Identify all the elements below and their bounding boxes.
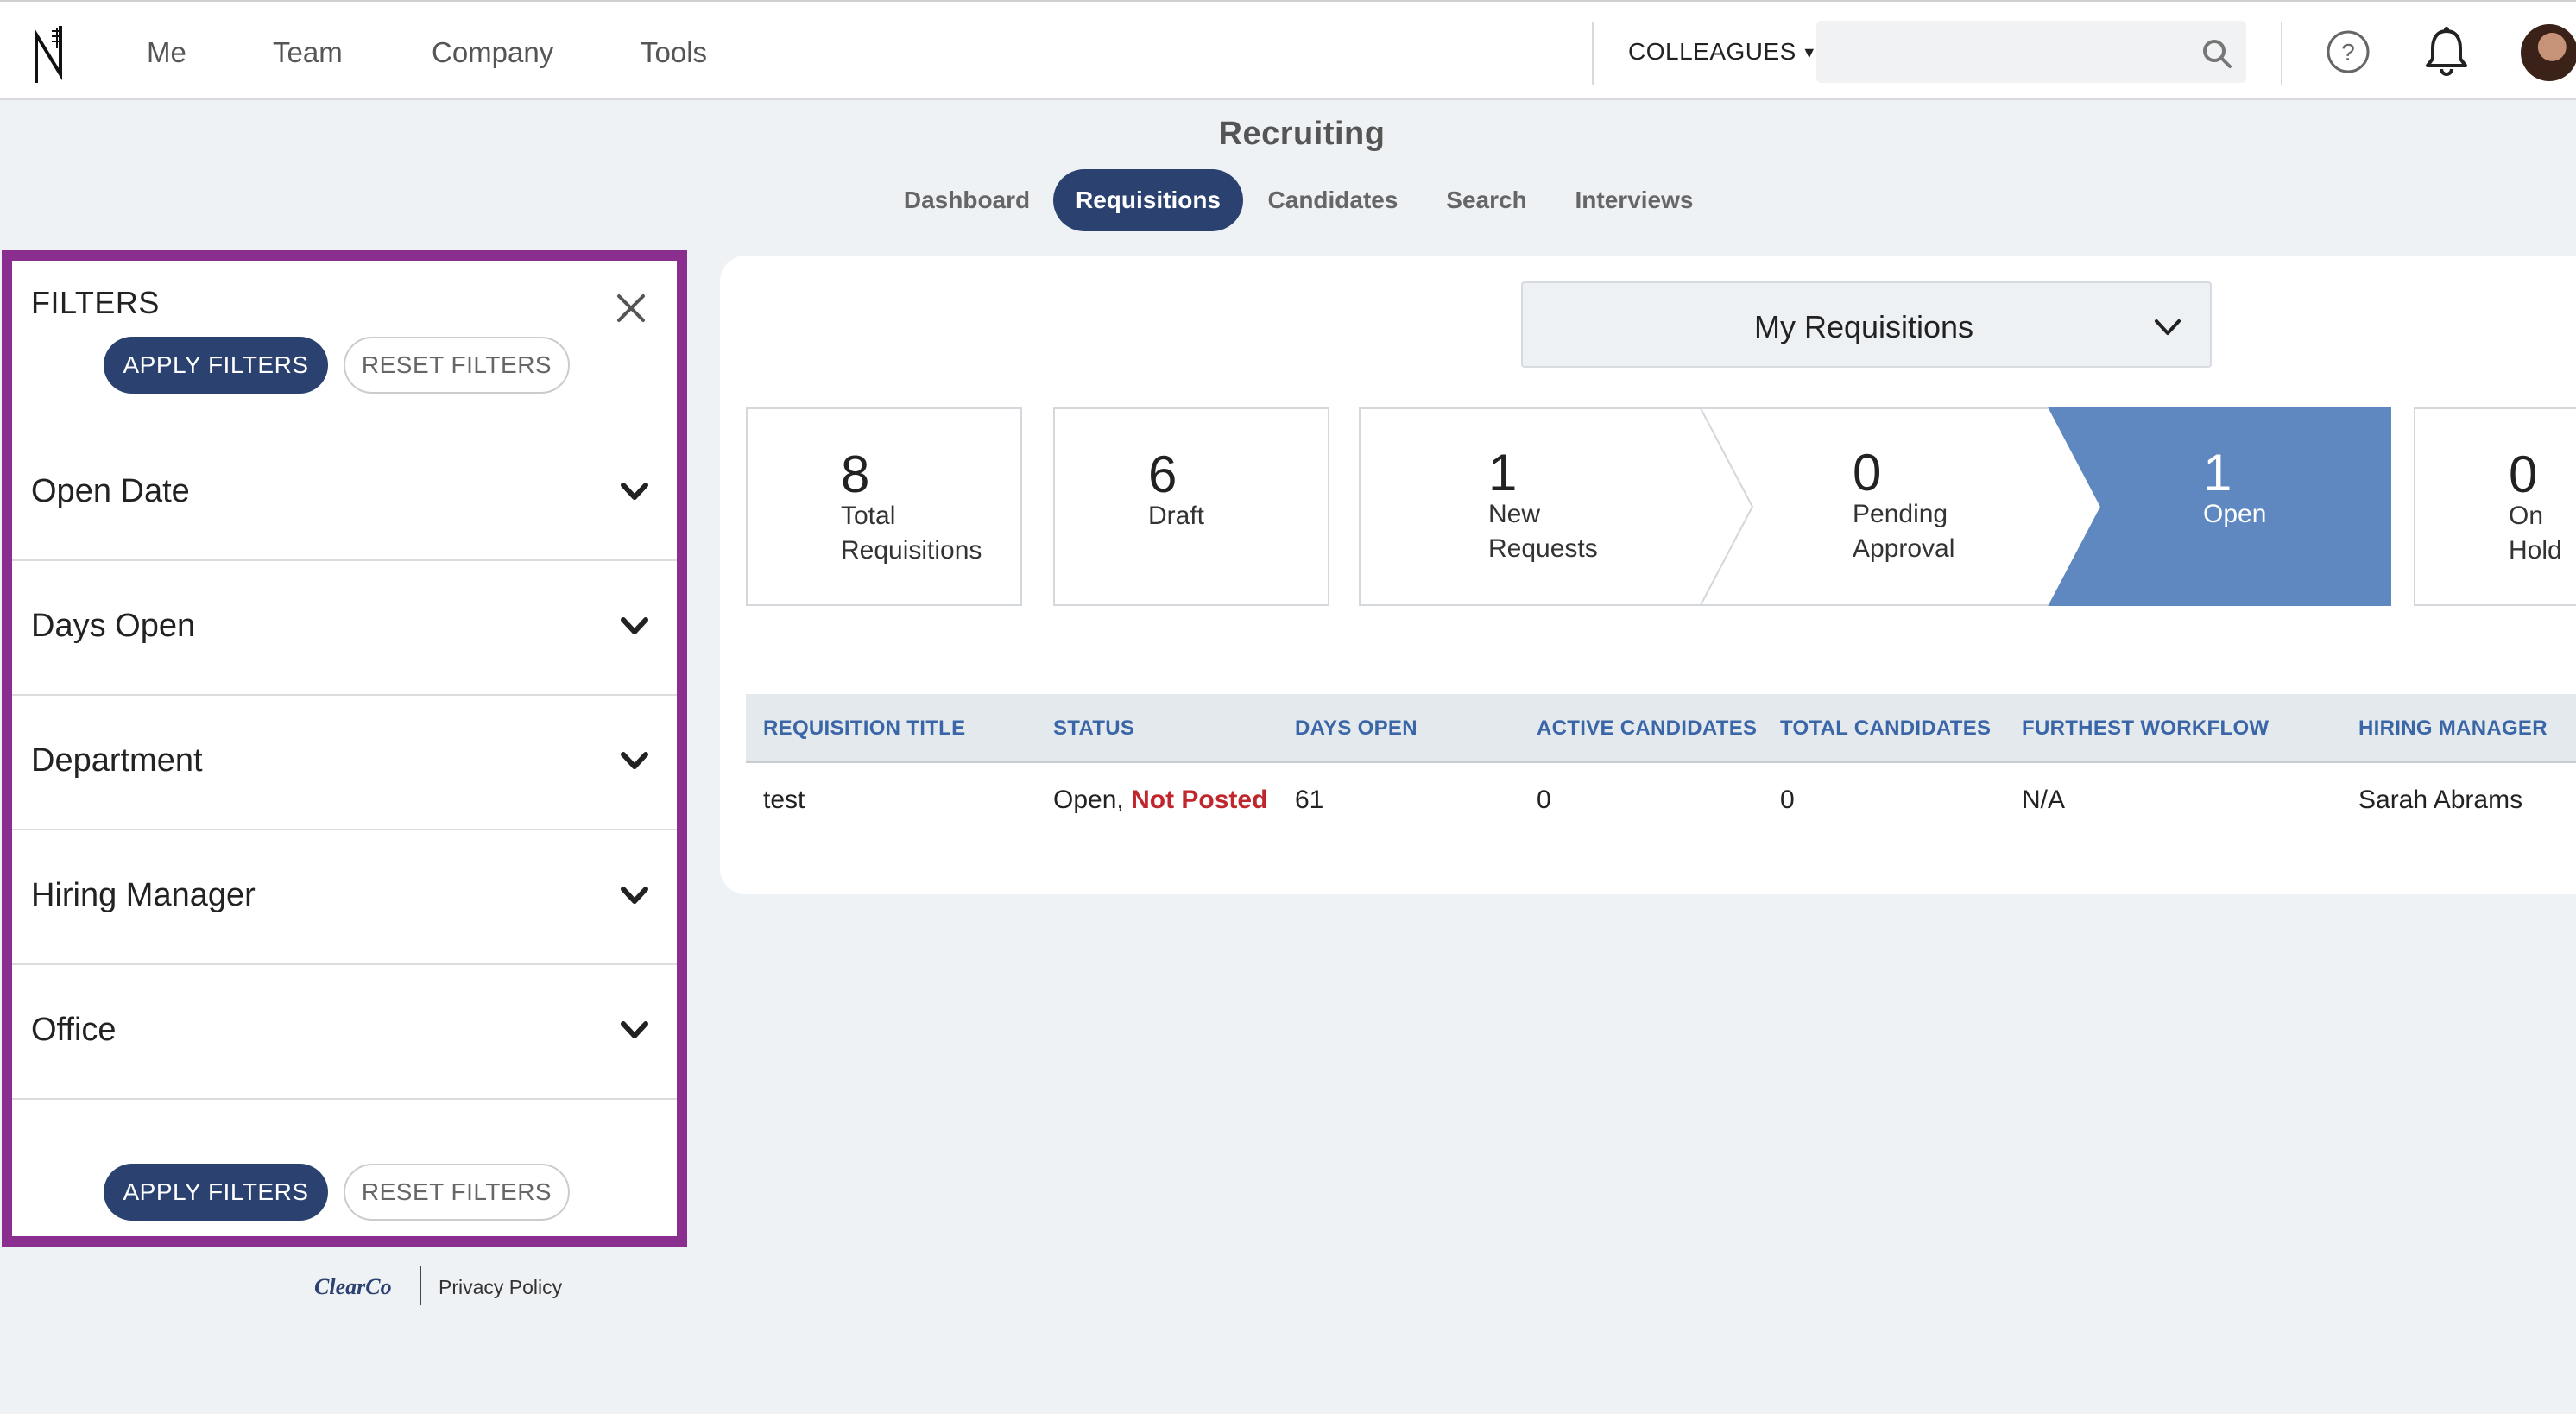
help-icon[interactable]: ?: [2326, 29, 2371, 74]
column-header-days-open[interactable]: DAYS OPEN: [1295, 716, 1417, 741]
chevron-down-icon: [621, 752, 648, 769]
column-header-furthest-workflow[interactable]: FURTHEST WORKFLOW: [2022, 716, 2269, 741]
user-avatar[interactable]: [2521, 24, 2576, 81]
reset-filters-button-bottom[interactable]: RESET FILTERS: [344, 1164, 570, 1221]
stat-label-line2: Approval: [1853, 534, 1955, 563]
filter-section-open-date[interactable]: Open Date: [12, 426, 677, 561]
cell-active-candidates: 0: [1537, 786, 1551, 814]
stat-label-line2: Requests: [1488, 534, 1598, 563]
filter-section-label: Hiring Manager: [31, 877, 256, 913]
stat-label-line1: Draft: [1148, 502, 1205, 530]
nav-divider: [1592, 22, 1594, 85]
tab-requisitions[interactable]: Requisitions: [1053, 169, 1243, 231]
stat-label-line1: Open: [2203, 500, 2267, 528]
stat-count: 1: [2203, 444, 2232, 502]
stat-label-line1: Total: [841, 502, 896, 530]
svg-text:?: ?: [2341, 39, 2355, 66]
table-row[interactable]: test Open, Not Posted 61 0 0 N/A Sarah A…: [746, 765, 2576, 834]
nav-item-me[interactable]: Me: [147, 36, 186, 69]
nav-item-tools[interactable]: Tools: [641, 36, 707, 69]
apply-filters-button[interactable]: APPLY FILTERS: [104, 337, 328, 394]
footer-logo: ClearCo: [314, 1274, 392, 1299]
nav-item-team[interactable]: Team: [273, 36, 343, 69]
tab-interviews[interactable]: Interviews: [1569, 169, 1699, 231]
caret-down-icon: ▼: [1801, 44, 1818, 62]
column-header-active-candidates[interactable]: ACTIVE CANDIDATES: [1537, 716, 1757, 741]
tab-dashboard[interactable]: Dashboard: [898, 169, 1036, 231]
column-header-hiring-manager[interactable]: HIRING MANAGER: [2358, 716, 2548, 741]
filter-section-office[interactable]: Office: [12, 965, 677, 1100]
stat-count: 1: [1488, 444, 1518, 502]
close-icon[interactable]: [616, 294, 646, 323]
notification-bell-icon[interactable]: [2424, 26, 2469, 76]
requisition-view-select[interactable]: My Requisitions: [1521, 281, 2212, 368]
top-nav: Me Team Company Tools COLLEAGUES ▼ ?: [0, 0, 2576, 100]
privacy-policy-link[interactable]: Privacy Policy: [439, 1276, 562, 1299]
cell-hiring-manager: Sarah Abrams: [2358, 786, 2523, 814]
search-input[interactable]: [1816, 21, 2179, 83]
stat-on-hold[interactable]: 0 On Hold: [2414, 407, 2576, 606]
stat-label-line1: Pending: [1853, 500, 1948, 528]
pipeline-new-requests[interactable]: 1 New Requests: [1359, 407, 1701, 606]
requisitions-table-header: REQUISITION TITLE STATUS DAYS OPEN ACTIV…: [746, 694, 2576, 763]
stat-label-line1: New: [1488, 500, 1541, 528]
footer-divider: [420, 1266, 421, 1305]
stat-draft[interactable]: 6 Draft: [1053, 407, 1329, 606]
stat-label-line1: On: [2509, 502, 2544, 530]
stat-label-line2: Hold: [2509, 536, 2562, 565]
requisition-pipeline: 1 New Requests 0 Pending Approval 1 Open: [1359, 407, 2391, 606]
filter-section-label: Department: [31, 742, 203, 779]
filter-section-label: Office: [31, 1012, 117, 1048]
chevron-down-icon: [621, 1021, 648, 1038]
search-box: [1816, 21, 2246, 83]
chevron-down-icon: [621, 617, 648, 634]
colleagues-label: COLLEAGUES: [1628, 38, 1796, 65]
stat-label-line2: Requisitions: [841, 536, 982, 565]
search-icon[interactable]: [2201, 38, 2232, 69]
pipeline-open[interactable]: 1 Open: [2101, 407, 2391, 606]
column-header-status[interactable]: STATUS: [1053, 716, 1134, 741]
colleagues-dropdown[interactable]: COLLEAGUES ▼: [1628, 38, 1817, 66]
filter-section-department[interactable]: Department: [12, 696, 677, 830]
nav-item-company[interactable]: Company: [432, 36, 553, 69]
filter-section-hiring-manager[interactable]: Hiring Manager: [12, 830, 677, 965]
chevron-down-icon: [621, 887, 648, 904]
stat-total-requisitions[interactable]: 8 Total Requisitions: [746, 407, 1022, 606]
filters-panel: FILTERS APPLY FILTERS RESET FILTERS Open…: [2, 250, 687, 1247]
page-title: Recruiting: [1218, 116, 1386, 152]
nav-divider: [2281, 22, 2282, 85]
apply-filters-button-bottom[interactable]: APPLY FILTERS: [104, 1164, 328, 1221]
pipeline-pending-approval[interactable]: 0 Pending Approval: [1752, 407, 2049, 606]
column-header-total-candidates[interactable]: TOTAL CANDIDATES: [1780, 716, 1991, 741]
column-header-requisition-title[interactable]: REQUISITION TITLE: [763, 716, 965, 741]
requisitions-card: My Requisitions 8 Total Requisitions 6 D…: [720, 256, 2576, 894]
tab-search[interactable]: Search: [1436, 169, 1537, 231]
cell-status: Open, Not Posted: [1053, 786, 1267, 815]
cell-requisition-title[interactable]: test: [763, 786, 805, 815]
reset-filters-button[interactable]: RESET FILTERS: [344, 337, 570, 394]
stat-count: 8: [841, 445, 870, 503]
company-logo-icon[interactable]: [31, 22, 66, 85]
stat-count: 0: [2509, 445, 2538, 503]
chevron-down-icon: [2155, 319, 2181, 335]
filters-title: FILTERS: [31, 285, 160, 320]
chevron-down-icon: [621, 483, 648, 500]
filter-section-label: Days Open: [31, 608, 196, 644]
cell-days-open: 61: [1295, 786, 1324, 814]
filter-section-days-open[interactable]: Days Open: [12, 561, 677, 696]
filter-section-label: Open Date: [31, 473, 190, 509]
tab-candidates[interactable]: Candidates: [1266, 169, 1400, 231]
requisition-view-value: My Requisitions: [1753, 309, 1974, 344]
cell-furthest-workflow: N/A: [2022, 786, 2066, 814]
stat-count: 6: [1148, 445, 1178, 503]
stat-count: 0: [1853, 444, 1882, 502]
cell-total-candidates: 0: [1780, 786, 1795, 814]
status-flag: Not Posted: [1131, 786, 1268, 814]
status-text: Open,: [1053, 786, 1124, 814]
